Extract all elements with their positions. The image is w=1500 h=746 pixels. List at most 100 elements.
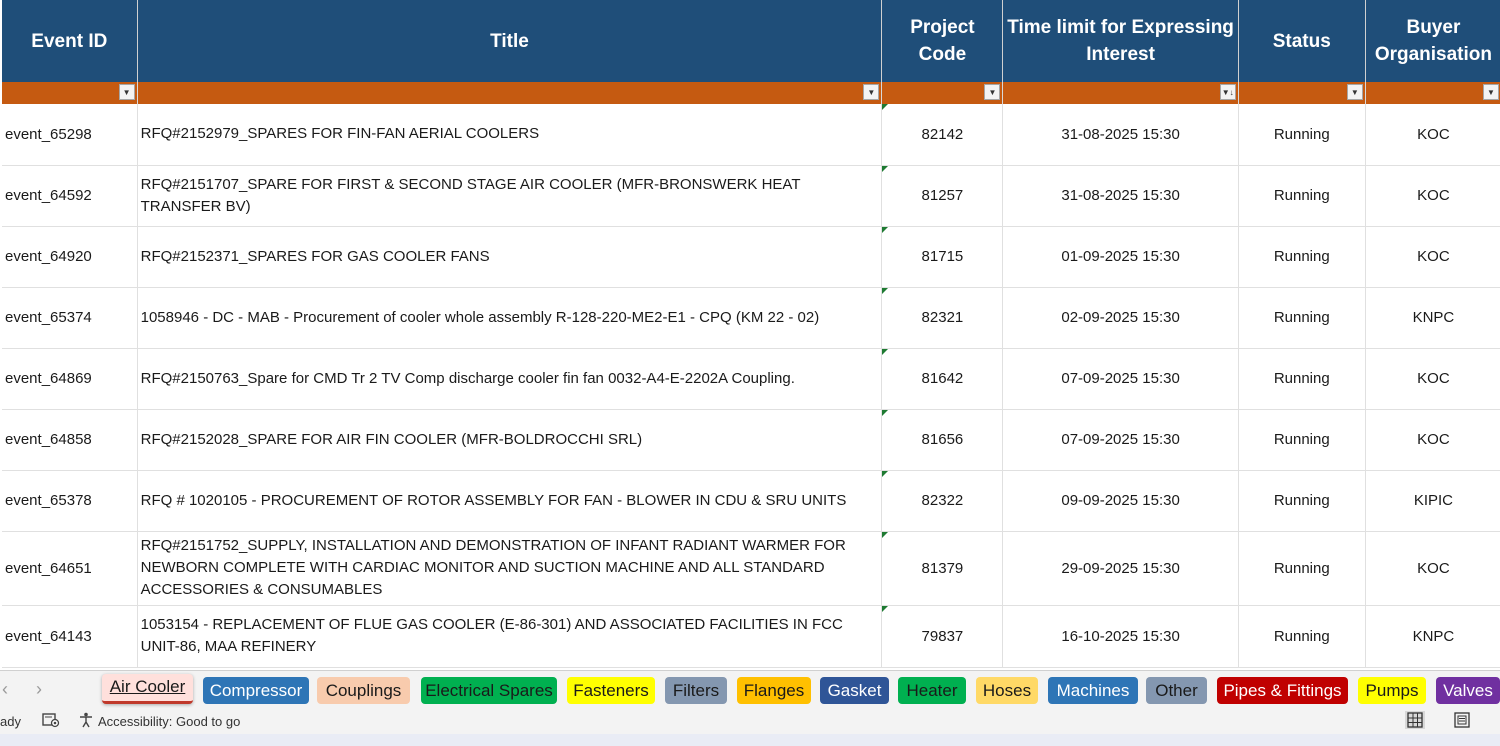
cell-title[interactable]: RFQ#2152028_SPARE FOR AIR FIN COOLER (MF… (137, 409, 883, 471)
cell-time-limit[interactable]: 16-10-2025 15:30 (1002, 605, 1239, 668)
cell-time-limit[interactable]: 01-09-2025 15:30 (1002, 226, 1239, 288)
tab-valves[interactable]: Valves (1436, 677, 1500, 704)
page-layout-icon[interactable] (1452, 711, 1472, 729)
cell-time-limit[interactable]: 02-09-2025 15:30 (1002, 287, 1239, 349)
cell-time-limit[interactable]: 31-08-2025 15:30 (1002, 165, 1239, 227)
cell-time-limit-text: 07-09-2025 15:30 (1061, 370, 1180, 387)
cell-project-code[interactable]: 81642 (881, 348, 1004, 410)
cell-event-id[interactable]: event_64920 (2, 226, 138, 288)
cell-status[interactable]: Running (1238, 165, 1366, 227)
cell-title-text: 1058946 - DC - MAB - Procurement of cool… (140, 308, 820, 326)
cell-title[interactable]: RFQ#2152979_SPARES FOR FIN-FAN AERIAL CO… (137, 104, 883, 166)
header-time-limit[interactable]: Time limit for Expressing Interest (1002, 0, 1239, 82)
cell-title[interactable]: RFQ#2151752_SUPPLY, INSTALLATION AND DEM… (137, 531, 883, 606)
cell-status[interactable]: Running (1238, 104, 1366, 166)
tab-machines[interactable]: Machines (1048, 677, 1138, 704)
tab-pumps[interactable]: Pumps (1358, 677, 1426, 704)
cell-time-limit[interactable]: 09-09-2025 15:30 (1002, 470, 1239, 532)
cell-buyer[interactable]: KOC (1365, 165, 1500, 227)
tab-hoses[interactable]: Hoses (976, 677, 1038, 704)
cell-project-code[interactable]: 81257 (881, 165, 1004, 227)
spreadsheet-grid[interactable]: Event ID Title Project Code Time limit f… (0, 0, 1500, 670)
header-title[interactable]: Title (137, 0, 883, 82)
filter-dropdown-icon[interactable]: ▼ (863, 84, 880, 100)
cell-buyer[interactable]: KNPC (1365, 605, 1500, 668)
taskbar-strip (0, 734, 1500, 746)
cell-buyer[interactable]: KOC (1365, 226, 1500, 288)
tab-heater[interactable]: Heater (898, 677, 966, 704)
cell-project-code[interactable]: 81656 (881, 409, 1004, 471)
cell-project-code-text: 81257 (921, 187, 964, 204)
cell-status[interactable]: Running (1238, 531, 1366, 606)
tab-couplings[interactable]: Couplings (317, 677, 410, 704)
cell-buyer[interactable]: KIPIC (1365, 470, 1500, 532)
cell-buyer[interactable]: KOC (1365, 104, 1500, 166)
cell-status[interactable]: Running (1238, 470, 1366, 532)
cell-buyer[interactable]: KNPC (1365, 287, 1500, 349)
tab-fasteners[interactable]: Fasteners (567, 677, 655, 704)
filter-dropdown-icon[interactable]: ▼ (118, 84, 135, 100)
cell-event-id[interactable]: event_65374 (2, 287, 138, 349)
sort-filter-icon[interactable]: ▼↓ (1219, 84, 1236, 100)
cell-title[interactable]: RFQ#2151707_SPARE FOR FIRST & SECOND STA… (137, 165, 883, 227)
cell-title[interactable]: RFQ#2150763_Spare for CMD Tr 2 TV Comp d… (137, 348, 883, 410)
cell-title[interactable]: RFQ#2152371_SPARES FOR GAS COOLER FANS (137, 226, 883, 288)
cell-time-limit[interactable]: 07-09-2025 15:30 (1002, 409, 1239, 471)
cell-project-code[interactable]: 82142 (881, 104, 1004, 166)
cell-project-code[interactable]: 79837 (881, 605, 1004, 668)
cell-title[interactable]: 1058946 - DC - MAB - Procurement of cool… (137, 287, 883, 349)
cell-project-code-text: 81715 (921, 248, 964, 265)
cell-event-id[interactable]: event_65298 (2, 104, 138, 166)
cell-event-id[interactable]: event_64651 (2, 531, 138, 606)
table-row: event_64869 RFQ#2150763_Spare for CMD Tr … (2, 348, 1500, 410)
header-event-id[interactable]: Event ID (2, 0, 138, 82)
filter-dropdown-icon[interactable]: ▼ (1346, 84, 1363, 100)
cell-status[interactable]: Running (1238, 605, 1366, 668)
tab-filters[interactable]: Filters (665, 677, 727, 704)
cell-status[interactable]: Running (1238, 287, 1366, 349)
cell-project-code[interactable]: 82322 (881, 470, 1004, 532)
accessibility-icon[interactable] (78, 712, 96, 731)
filter-dropdown-icon[interactable]: ▼ (984, 84, 1001, 100)
tab-electrical-spares[interactable]: Electrical Spares (421, 677, 557, 704)
header-buyer[interactable]: Buyer Organisation (1365, 0, 1500, 82)
cell-event-id[interactable]: event_64143 (2, 605, 138, 668)
tab-other[interactable]: Other (1146, 677, 1207, 704)
cell-buyer-text: KIPIC (1413, 492, 1453, 509)
tab-air-cooler[interactable]: Air Cooler (102, 674, 193, 704)
cell-buyer[interactable]: KOC (1365, 348, 1500, 410)
tab-gasket[interactable]: Gasket (820, 677, 889, 704)
tab-flanges[interactable]: Flanges (737, 677, 811, 704)
cell-event-id[interactable]: event_64592 (2, 165, 138, 227)
cell-event-id[interactable]: event_65378 (2, 470, 138, 532)
accessibility-status[interactable]: Accessibility: Good to go (98, 714, 240, 729)
filter-dropdown-icon[interactable]: ▼ (1483, 84, 1499, 100)
cell-time-limit[interactable]: 31-08-2025 15:30 (1002, 104, 1239, 166)
cell-project-code-text: 82142 (921, 125, 964, 143)
cell-project-code[interactable]: 81379 (881, 531, 1004, 606)
cell-time-limit[interactable]: 29-09-2025 15:30 (1002, 531, 1239, 606)
cell-project-code[interactable]: 82321 (881, 287, 1004, 349)
cell-project-code[interactable]: 81715 (881, 226, 1004, 288)
number-as-text-indicator (882, 348, 889, 355)
cell-status[interactable]: Running (1238, 409, 1366, 471)
macro-record-icon[interactable] (42, 712, 60, 731)
header-project-code[interactable]: Project Code (881, 0, 1004, 82)
chevron-right-icon[interactable]: › (36, 679, 42, 700)
cell-buyer[interactable]: KOC (1365, 531, 1500, 606)
tab-pipes-fittings[interactable]: Pipes & Fittings (1217, 677, 1348, 704)
chevron-left-icon[interactable]: ‹ (2, 679, 8, 700)
cell-event-id[interactable]: event_64869 (2, 348, 138, 410)
cell-status[interactable]: Running (1238, 348, 1366, 410)
cell-buyer[interactable]: KOC (1365, 409, 1500, 471)
cell-title[interactable]: 1053154 - REPLACEMENT OF FLUE GAS COOLER… (137, 605, 883, 668)
header-status[interactable]: Status (1238, 0, 1366, 82)
cell-time-limit[interactable]: 07-09-2025 15:30 (1002, 348, 1239, 410)
tab-compressor[interactable]: Compressor (203, 677, 309, 704)
cell-status[interactable]: Running (1238, 226, 1366, 288)
cell-event-id[interactable]: event_64858 (2, 409, 138, 471)
table-row: event_64858 RFQ#2152028_SPARE FOR AIR FIN… (2, 409, 1500, 471)
grid-view-icon[interactable] (1405, 711, 1425, 729)
table-row: event_65378 RFQ # 1020105 - PROCUREMENT O… (2, 470, 1500, 532)
cell-title[interactable]: RFQ # 1020105 - PROCUREMENT OF ROTOR ASS… (137, 470, 883, 532)
